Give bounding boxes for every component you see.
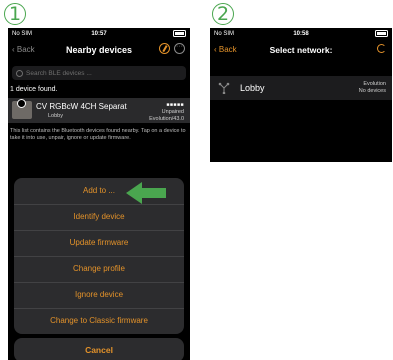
step-number-2: 2 bbox=[212, 3, 234, 25]
signal-strength-icon: ■■■■■ bbox=[166, 102, 184, 108]
network-name: Lobby bbox=[240, 83, 265, 93]
device-firmware: Evolution/43.0 bbox=[149, 115, 184, 122]
search-icon bbox=[16, 69, 23, 77]
more-icon[interactable]: ··· bbox=[174, 43, 185, 54]
search-placeholder: Search BLE devices ... bbox=[26, 69, 92, 77]
action-ignore-device[interactable]: Ignore device bbox=[14, 282, 184, 309]
device-status-icon bbox=[17, 99, 26, 108]
device-name: CV RGBcW 4CH Separat bbox=[36, 102, 127, 111]
cancel-button[interactable]: Cancel bbox=[14, 338, 184, 360]
action-change-profile[interactable]: Change profile bbox=[14, 256, 184, 283]
battery-icon-2 bbox=[375, 30, 388, 37]
help-text: This list contains the Bluetooth devices… bbox=[10, 128, 186, 141]
step-number-1: 1 bbox=[4, 3, 26, 25]
device-group: Lobby bbox=[48, 113, 63, 119]
action-identify-device[interactable]: Identify device bbox=[14, 204, 184, 231]
network-row[interactable]: Lobby Evolution No devices bbox=[210, 76, 392, 100]
found-count: 1 device found. bbox=[10, 86, 58, 93]
phone-screen-select-network: No SIM 10:58 ‹ Back Select network: Lobb… bbox=[210, 28, 392, 162]
device-thumbnail bbox=[12, 99, 32, 119]
device-row[interactable]: CV RGBcW 4CH Separat Lobby ■■■■■ Unpaire… bbox=[8, 98, 190, 123]
pointer-arrow-icon bbox=[126, 182, 166, 204]
nav-bar: ‹ Back Nearby devices ··· bbox=[8, 40, 190, 60]
network-device-count: No devices bbox=[358, 88, 386, 94]
search-input[interactable]: Search BLE devices ... bbox=[12, 66, 186, 80]
clock: 10:57 bbox=[91, 31, 107, 37]
battery-icon bbox=[173, 30, 186, 37]
refresh-icon[interactable] bbox=[377, 44, 386, 53]
page-title-2: Select network: bbox=[269, 45, 333, 55]
device-pair-state: Unpaired bbox=[161, 109, 184, 115]
network-icon bbox=[218, 82, 230, 94]
status-bar: No SIM 10:57 bbox=[8, 28, 190, 40]
action-change-to-classic[interactable]: Change to Classic firmware bbox=[14, 308, 184, 334]
status-bar-2: No SIM 10:58 bbox=[210, 28, 392, 40]
phone-screen-nearby-devices: No SIM 10:57 ‹ Back Nearby devices ··· S… bbox=[8, 28, 190, 360]
network-type: Evolution bbox=[363, 81, 386, 87]
scan-icon[interactable] bbox=[159, 43, 170, 54]
action-update-firmware[interactable]: Update firmware bbox=[14, 230, 184, 257]
clock-2: 10:58 bbox=[293, 31, 309, 37]
